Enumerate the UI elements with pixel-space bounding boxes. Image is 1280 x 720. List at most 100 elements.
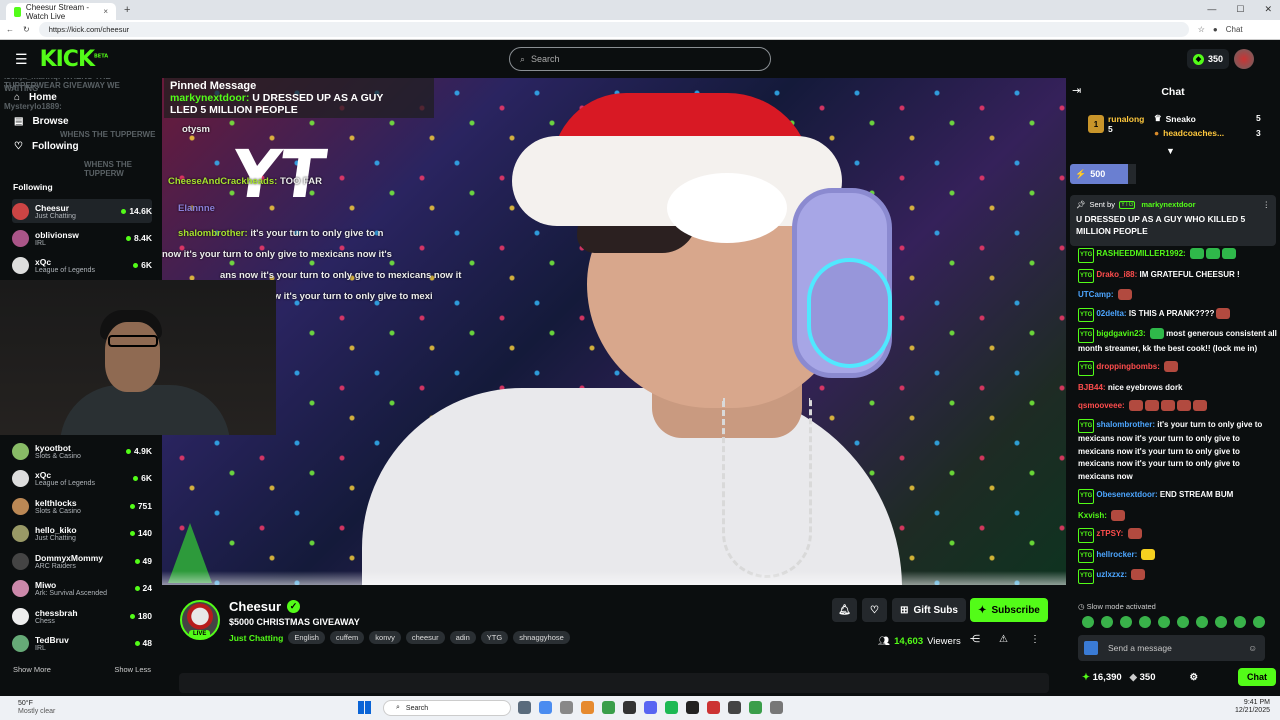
bookmark-star-icon[interactable]: ☆ — [1198, 25, 1205, 34]
points-balance[interactable]: ◆ 350 — [1130, 672, 1156, 683]
taskbar-clock[interactable]: 9:41 PM 12/21/2025 — [1235, 699, 1270, 715]
browser-chat-button[interactable]: Chat — [1226, 25, 1243, 34]
taskview-icon[interactable] — [518, 701, 531, 714]
channel-points-badge[interactable]: ◆ 350 — [1187, 49, 1230, 69]
app-icon[interactable] — [728, 701, 741, 714]
minimize-icon[interactable]: — — [1207, 4, 1216, 15]
sub-goal-bar[interactable]: ⚡ 500 — [1070, 164, 1136, 184]
video-player[interactable]: YT Pinned Message markynextdoor: U DRESS… — [162, 78, 1066, 585]
tag[interactable]: shnaggyhose — [513, 631, 570, 644]
tag[interactable]: YTG — [480, 631, 509, 644]
steam-icon[interactable] — [623, 701, 636, 714]
emote-button[interactable] — [1082, 616, 1094, 628]
nav-browse[interactable]: ▤ Browse — [14, 116, 69, 127]
chat-settings-icon[interactable]: ⚙ — [1189, 672, 1198, 683]
windows-start-icon[interactable] — [358, 701, 371, 714]
live-dot-icon — [134, 558, 140, 564]
sidebar-channel-cheesur[interactable]: Cheesur Just Chatting 14.6K — [12, 199, 152, 223]
sidebar-channel-hello-kiko[interactable]: hello_kiko Just Chatting 140 — [12, 521, 152, 545]
search-icon: ⌕ — [396, 704, 400, 711]
emote-button[interactable] — [1101, 616, 1113, 628]
new-tab-icon[interactable]: + — [124, 4, 130, 16]
sidebar-channel-chessbrah[interactable]: chessbrah Chess 180 — [12, 604, 152, 628]
follow-button[interactable]: ♡ — [862, 598, 887, 622]
chrome-icon[interactable] — [602, 701, 615, 714]
nav-following[interactable]: ♡ Following — [14, 141, 79, 152]
pinned-message-card[interactable]: 📌︎ Sent by YTG markynextdoor ⋮ U DRESSED… — [1070, 195, 1276, 246]
kick-favicon-icon — [14, 6, 21, 17]
chat-message-input[interactable]: Send a message ☺ — [1078, 635, 1265, 661]
emote-button[interactable] — [1196, 616, 1208, 628]
gift-badge-icon: 1 — [1088, 115, 1104, 133]
gift-subs-button[interactable]: ⊞ Gift Subs — [892, 598, 966, 622]
subscribe-button[interactable]: ✦ Subscribe — [970, 598, 1048, 622]
top-gifter[interactable]: ♛ Sneako — [1154, 113, 1196, 124]
top-gifter[interactable]: ● headcoaches... — [1154, 128, 1224, 138]
more-options-icon[interactable]: ⋮ — [1030, 634, 1040, 645]
sidebar-channel-kyootbot[interactable]: kyootbot Slots & Casino 4.9K — [12, 439, 152, 463]
refresh-icon[interactable]: ↻ — [23, 25, 30, 34]
hamburger-menu-icon[interactable]: ☰ — [15, 51, 28, 68]
sidebar-channel-kelthlocks[interactable]: kelthlocks Slots & Casino 751 — [12, 494, 152, 518]
user-avatar[interactable] — [1234, 49, 1254, 69]
emoji-picker-icon[interactable]: ☺ — [1248, 643, 1257, 653]
app-icon[interactable] — [581, 701, 594, 714]
edge-icon[interactable] — [539, 701, 552, 714]
category-link[interactable]: Just Chatting — [229, 633, 283, 643]
kick-logo[interactable]: KICKBETA — [40, 47, 109, 72]
sidebar-channel-tedbruv[interactable]: TedBruv IRL 48 — [12, 631, 152, 655]
notification-bell-button[interactable]: 🔔︎ — [832, 598, 857, 622]
discord-icon[interactable] — [644, 701, 657, 714]
show-more-button[interactable]: Show More — [13, 665, 51, 674]
emote-button[interactable] — [1158, 616, 1170, 628]
browser-tab[interactable]: Cheesur Stream - Watch Live × — [6, 3, 116, 21]
report-icon[interactable]: ⚠ — [999, 634, 1008, 645]
emote — [1189, 248, 1204, 260]
nav-home[interactable]: ⌂ Home — [14, 92, 57, 103]
pinned-title: Pinned Message — [170, 80, 257, 92]
app-icon[interactable] — [707, 701, 720, 714]
sidebar-channel-miwo[interactable]: Miwo Ark: Survival Ascended 24 — [12, 576, 152, 600]
back-icon[interactable]: ← — [6, 25, 14, 34]
settings-icon[interactable] — [770, 701, 783, 714]
spotify-icon[interactable] — [665, 701, 678, 714]
taskbar-search[interactable]: ⌕ Search — [383, 700, 511, 716]
show-less-button[interactable]: Show Less — [114, 665, 151, 674]
chrome-icon[interactable] — [749, 701, 762, 714]
tag[interactable]: cheesur — [405, 631, 445, 644]
share-icon[interactable]: ⋲ — [970, 634, 980, 645]
unpin-icon[interactable]: ⋮ — [1263, 200, 1271, 209]
tag[interactable]: konvy — [369, 631, 401, 644]
emote-button[interactable] — [1253, 616, 1265, 628]
tag[interactable]: cuffem — [329, 631, 365, 644]
sidebar-channel-oblivionsw[interactable]: oblivionsw IRL 8.4K — [12, 226, 152, 250]
emote-button[interactable] — [1139, 616, 1151, 628]
sidebar-channel-xqc[interactable]: xQc League of Legends 6K — [12, 466, 152, 490]
weather-widget[interactable]: 50°F Mostly clear — [18, 700, 55, 716]
top-gifter[interactable]: 1 runalong 5 — [1088, 114, 1144, 134]
sidebar-channel-xqc[interactable]: xQc League of Legends 6K — [12, 253, 152, 277]
live-dot-icon — [129, 613, 135, 619]
maximize-icon[interactable]: ☐ — [1236, 4, 1244, 15]
search-input[interactable]: ⌕ Search — [509, 47, 771, 71]
file-explorer-icon[interactable] — [560, 701, 573, 714]
profile-icon[interactable]: ● — [1213, 25, 1218, 34]
emote-button[interactable] — [1177, 616, 1189, 628]
emote-button[interactable] — [1234, 616, 1246, 628]
close-tab-icon[interactable]: × — [103, 7, 108, 16]
viewer-count: 6K — [133, 260, 152, 270]
app-icon[interactable] — [686, 701, 699, 714]
close-window-icon[interactable]: ✕ — [1264, 4, 1272, 15]
kick-balance[interactable]: ✦ 16,390 — [1082, 672, 1122, 683]
emote-button[interactable] — [1120, 616, 1132, 628]
emote-button[interactable] — [1215, 616, 1227, 628]
sidebar-channel-dommyxmommy[interactable]: DommyxMommy ARC Raiders 49 — [12, 549, 152, 573]
send-chat-button[interactable]: Chat — [1238, 668, 1276, 686]
points-coin-icon: ◆ — [1193, 53, 1204, 65]
tag[interactable]: adin — [449, 631, 476, 644]
expand-chevron-icon[interactable]: ▼ — [1166, 146, 1175, 156]
streamer-name[interactable]: Cheesur ✓ — [229, 599, 301, 614]
verified-icon: ✓ — [287, 600, 301, 613]
address-bar[interactable]: https://kick.com/cheesur — [38, 22, 1189, 37]
tag[interactable]: English — [288, 631, 325, 644]
